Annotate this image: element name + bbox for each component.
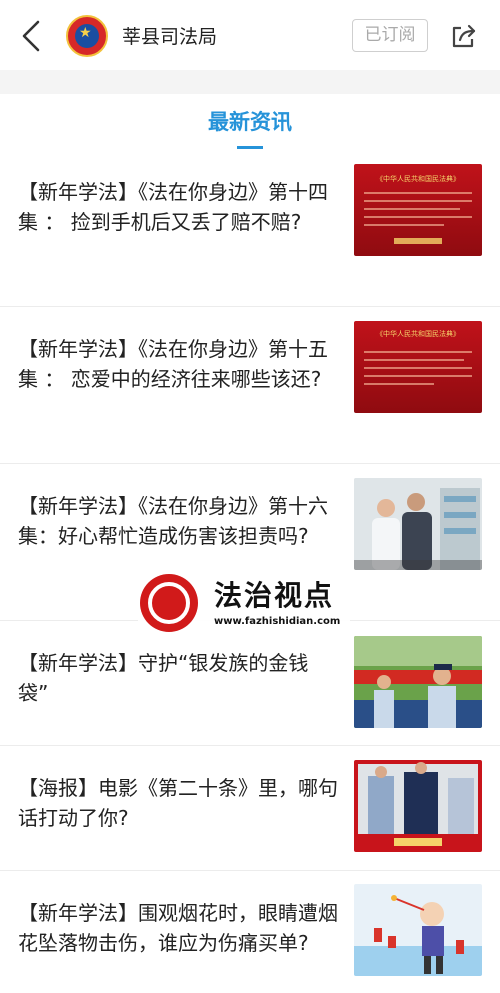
article-title: 【海报】电影《第二十条》里，哪句话打动了你?	[18, 776, 338, 830]
section-title: 最新资讯	[208, 110, 292, 134]
page-title: 莘县司法局	[122, 26, 218, 48]
bureau-logo: ★	[66, 15, 108, 57]
thumbnail-caption: 《中华人民共和国民法典》	[376, 175, 460, 183]
article-title: 【新年学法】《法在你身边》第十五集 ： 恋爱中的经济往来哪些该还?	[18, 337, 328, 391]
watermark-name: 法治视点	[214, 579, 335, 612]
article-title: 【新年学法】围观烟花时，眼睛遭烟花坠落物击伤，谁应为伤痛买单?	[18, 901, 338, 955]
separator	[0, 70, 500, 94]
share-icon[interactable]	[450, 22, 478, 50]
thumbnail-caption: 《中华人民共和国民法典》	[376, 330, 460, 338]
article-thumbnail	[354, 478, 482, 570]
watermark-url: www.fazhishidian.com	[214, 616, 341, 627]
article-title: 【新年学法】《法在你身边》第十六集：好心帮忙造成伤害该担责吗?	[18, 494, 328, 548]
article-thumbnail	[354, 636, 482, 728]
section-underline	[237, 146, 263, 149]
subscribed-button[interactable]: 已订阅	[352, 19, 428, 52]
top-bar: ★ 莘县司法局 已订阅	[0, 0, 500, 70]
article-item[interactable]: 【新年学法】《法在你身边》第十四集 ： 捡到手机后又丢了赔不赔? 《中华人民共和…	[0, 155, 500, 307]
watermark-emblem-icon	[140, 574, 198, 632]
watermark-logo: 法治视点 www.fazhishidian.com	[138, 572, 350, 634]
back-arrow-icon[interactable]	[18, 18, 48, 54]
article-thumbnail	[354, 884, 482, 976]
article-title: 【新年学法】《法在你身边》第十四集 ： 捡到手机后又丢了赔不赔?	[18, 180, 328, 234]
article-thumbnail	[354, 760, 482, 852]
article-item[interactable]: 【新年学法】《法在你身边》第十五集 ： 恋爱中的经济往来哪些该还? 《中华人民共…	[0, 308, 500, 464]
article-thumbnail: 《中华人民共和国民法典》	[354, 321, 482, 413]
article-item[interactable]: 【海报】电影《第二十条》里，哪句话打动了你?	[0, 747, 500, 871]
article-item[interactable]: 【新年学法】围观烟花时，眼睛遭烟花坠落物击伤，谁应为伤痛买单?	[0, 872, 500, 993]
article-item[interactable]: 【新年学法】守护“银发族的金钱袋”	[0, 622, 500, 746]
article-thumbnail: 《中华人民共和国民法典》	[354, 164, 482, 256]
article-title: 【新年学法】守护“银发族的金钱袋”	[18, 651, 309, 705]
